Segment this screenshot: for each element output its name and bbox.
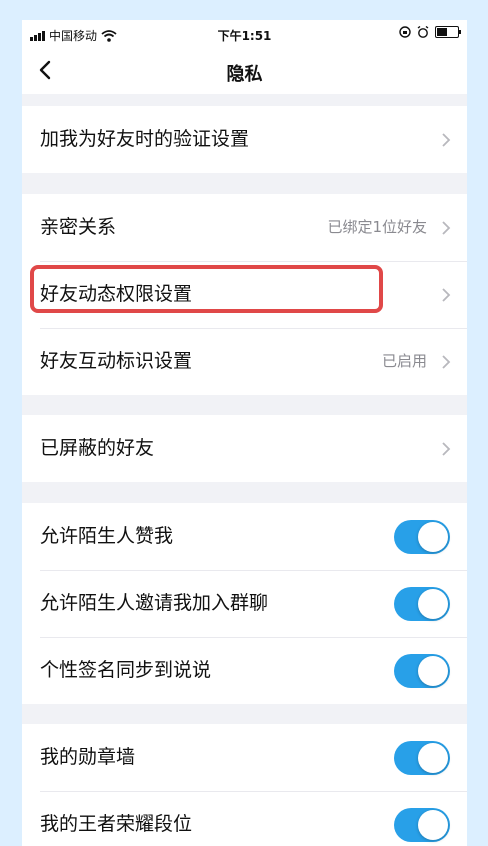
setting-label: 我的王者荣耀段位 — [40, 813, 193, 835]
status-right — [399, 26, 461, 38]
setting-label: 亲密关系 — [40, 216, 117, 238]
lock-rotation-icon — [399, 26, 411, 38]
setting-row-medal-wall: 我的勋章墙 — [22, 724, 467, 791]
settings-group-verification: 加我为好友时的验证设置 — [22, 106, 467, 173]
highlight-box — [30, 265, 383, 313]
nav-bar: 隐私 — [22, 48, 467, 94]
status-bar: 中国移动 下午1:51 — [22, 20, 467, 48]
settings-group-display: 我的勋章墙 我的王者荣耀段位 — [22, 724, 467, 846]
setting-row-friend-interaction-badge[interactable]: 好友互动标识设置 已启用 — [22, 328, 467, 395]
setting-label: 已屏蔽的好友 — [40, 437, 155, 459]
page-title: 隐私 — [226, 64, 263, 85]
settings-group-blocked: 已屏蔽的好友 — [22, 415, 467, 482]
setting-row-stranger-group-invite: 允许陌生人邀请我加入群聊 — [22, 570, 467, 637]
setting-label: 好友互动标识设置 — [40, 350, 193, 372]
setting-label: 允许陌生人邀请我加入群聊 — [40, 592, 269, 614]
setting-row-intimate-relation[interactable]: 亲密关系 已绑定1位好友 — [22, 194, 467, 261]
toggle-switch[interactable] — [394, 520, 450, 554]
battery-icon — [435, 26, 461, 38]
toggle-knob — [418, 589, 448, 619]
setting-row-game-rank: 我的王者荣耀段位 — [22, 791, 467, 846]
chevron-right-icon — [442, 355, 451, 369]
toggle-switch[interactable] — [394, 654, 450, 688]
setting-label: 个性签名同步到说说 — [40, 659, 212, 681]
toggle-knob — [418, 656, 448, 686]
chevron-right-icon — [442, 133, 451, 147]
phone-screen: 中国移动 下午1:51 隐私 加我为好友时的验证设置 亲密关系 已绑定1位好友 … — [22, 20, 467, 846]
setting-value: 已启用 — [381, 352, 427, 370]
toggle-knob — [418, 810, 448, 840]
toggle-knob — [418, 522, 448, 552]
toggle-switch[interactable] — [394, 741, 450, 775]
toggle-knob — [418, 743, 448, 773]
setting-row-stranger-like: 允许陌生人赞我 — [22, 503, 467, 570]
toggle-switch[interactable] — [394, 587, 450, 621]
setting-row-blocked-friends[interactable]: 已屏蔽的好友 — [22, 415, 467, 482]
toggle-switch[interactable] — [394, 808, 450, 842]
setting-row-signature-sync: 个性签名同步到说说 — [22, 637, 467, 704]
chevron-right-icon — [442, 288, 451, 302]
settings-group-strangers: 允许陌生人赞我 允许陌生人邀请我加入群聊 个性签名同步到说说 — [22, 503, 467, 704]
setting-value: 已绑定1位好友 — [327, 218, 427, 236]
setting-label: 我的勋章墙 — [40, 746, 136, 768]
setting-label: 加我为好友时的验证设置 — [40, 128, 250, 150]
setting-label: 允许陌生人赞我 — [40, 525, 174, 547]
alarm-icon — [417, 26, 429, 38]
chevron-right-icon — [442, 442, 451, 456]
setting-row-verification[interactable]: 加我为好友时的验证设置 — [22, 106, 467, 173]
chevron-right-icon — [442, 221, 451, 235]
